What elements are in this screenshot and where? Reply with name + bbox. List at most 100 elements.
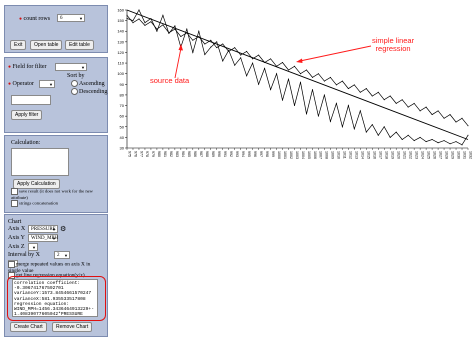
data-point <box>252 58 254 60</box>
regression-annotation: simple linear regression <box>372 36 415 53</box>
data-point <box>425 106 427 108</box>
data-point <box>276 73 278 75</box>
y-tick-label: 80 <box>120 92 125 97</box>
data-point <box>228 50 230 52</box>
data-point <box>150 21 152 23</box>
x-tick-label: 1030 <box>456 151 460 159</box>
data-point <box>210 39 212 41</box>
x-tick-label: 986 <box>193 151 197 157</box>
data-point <box>401 139 403 141</box>
x-tick-label: 1015 <box>367 151 371 159</box>
data-point <box>311 89 313 91</box>
data-point <box>144 22 146 24</box>
x-tick-label: 984 <box>181 151 185 157</box>
x-tick-label: 1009 <box>331 151 335 159</box>
data-point <box>467 134 469 136</box>
data-point <box>138 18 140 20</box>
source-data-annotation: source data <box>150 76 190 85</box>
data-point <box>359 91 361 93</box>
x-tick-label: 979 <box>151 151 155 157</box>
x-tick-label: 1028 <box>444 151 448 159</box>
data-point <box>174 25 176 27</box>
data-point <box>335 84 337 86</box>
data-point <box>192 39 194 41</box>
x-tick-label: 1011 <box>343 151 347 159</box>
data-point <box>365 131 367 133</box>
data-point <box>180 36 182 38</box>
data-point <box>455 141 457 143</box>
data-point <box>126 17 128 19</box>
data-point <box>144 24 146 26</box>
data-point <box>210 46 212 48</box>
x-tick-label: 1010 <box>337 151 341 159</box>
data-point <box>353 84 355 86</box>
x-tick-label: 1024 <box>420 151 424 159</box>
data-point <box>270 58 272 60</box>
regression-line-mark <box>126 9 469 140</box>
data-point <box>371 124 373 126</box>
data-point <box>323 80 325 82</box>
source-data-arrow-icon <box>174 47 182 79</box>
x-tick-label: 1003 <box>295 151 299 159</box>
x-tick-label: 994 <box>241 151 245 157</box>
data-point <box>305 113 307 115</box>
data-point <box>461 144 463 146</box>
data-point <box>299 81 301 83</box>
arrowhead-icon <box>296 58 303 63</box>
x-tick-label: 1029 <box>450 151 454 159</box>
data-point <box>461 117 463 119</box>
data-point <box>252 62 254 64</box>
data-point <box>353 128 355 130</box>
x-tick-label: 978 <box>145 151 149 157</box>
data-point <box>359 110 361 112</box>
data-point <box>317 115 319 117</box>
x-tick-label: 1020 <box>397 151 401 159</box>
annotation-arrows <box>174 44 372 79</box>
data-point <box>288 78 290 80</box>
data-point <box>192 51 194 53</box>
y-tick-label: 90 <box>120 82 125 87</box>
x-tick-label: 1013 <box>355 151 359 159</box>
x-tick-label: 1023 <box>414 151 418 159</box>
data-point <box>341 126 343 128</box>
data-point <box>258 54 260 56</box>
x-tick-label: 1016 <box>373 151 377 159</box>
x-tick-label: 1019 <box>391 151 395 159</box>
data-point <box>222 60 224 62</box>
data-point <box>377 134 379 136</box>
data-point <box>383 126 385 128</box>
regression-arrow-icon <box>299 45 372 62</box>
x-tick-label: 1001 <box>283 151 287 159</box>
data-point <box>198 30 200 32</box>
data-point <box>443 117 445 119</box>
data-point <box>216 41 218 43</box>
data-point <box>246 75 248 77</box>
x-tick-label: 1027 <box>438 151 442 159</box>
data-point <box>299 73 301 75</box>
data-point <box>455 121 457 123</box>
data-point <box>383 99 385 101</box>
data-point <box>282 62 284 64</box>
data-point <box>204 43 206 45</box>
x-tick-label: 1002 <box>289 151 293 159</box>
y-tick-label: 40 <box>120 135 125 140</box>
data-point <box>329 120 331 122</box>
y-tick-label: 110 <box>118 61 125 66</box>
x-tick-label: 998 <box>265 151 269 157</box>
data-point <box>282 99 284 101</box>
y-tick-label: 60 <box>120 114 125 119</box>
x-tick-label: 1022 <box>408 151 412 159</box>
data-point <box>347 88 349 90</box>
data-point <box>449 143 451 145</box>
x-tick-label: 982 <box>169 151 173 157</box>
data-point <box>186 28 188 30</box>
data-point <box>389 95 391 97</box>
x-tick-label: 987 <box>199 151 203 157</box>
x-tick-label: 983 <box>175 151 179 157</box>
data-point <box>467 125 469 127</box>
data-point <box>234 47 236 49</box>
y-tick-label: 160 <box>117 8 124 13</box>
data-point <box>413 102 415 104</box>
x-tick-label: 992 <box>229 151 233 157</box>
x-tick-label: 1018 <box>385 151 389 159</box>
